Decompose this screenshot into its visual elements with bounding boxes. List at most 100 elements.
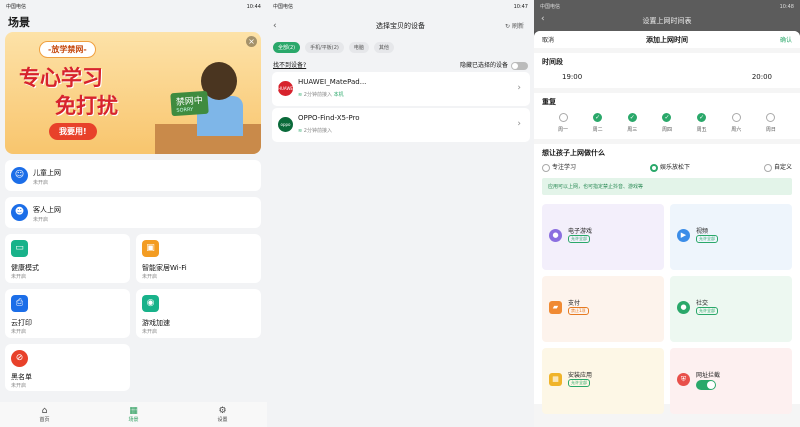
app-name: 网址拦截 — [696, 372, 721, 379]
card-game-boost[interactable]: ◉ 游戏加速 未开启 — [136, 289, 261, 338]
end-time[interactable]: 20:00 — [752, 73, 772, 81]
day-thu[interactable]: ✓ 周四 — [650, 113, 684, 133]
time: 10:47 — [513, 3, 528, 10]
app-badge: 禁止1项 — [568, 307, 589, 315]
url-block-toggle[interactable] — [696, 380, 716, 390]
app-name: 社交 — [696, 300, 709, 307]
chip-computer[interactable]: 电脑 — [348, 42, 369, 53]
page-title: 设置上网时间表 — [642, 17, 692, 25]
sign-subtext: SORRY — [176, 106, 194, 114]
carrier: 中国电信 — [273, 4, 294, 10]
video-icon: ▶ — [677, 229, 690, 242]
chip-all[interactable]: 全部(2) — [273, 42, 301, 53]
app-install[interactable]: ▦ 安装应用 允许全部 — [542, 348, 664, 414]
radio-icon — [763, 163, 772, 172]
dimmed-header: 中国电信 10:48 ‹ 设置上网时间表 — [534, 0, 800, 31]
card-smart-home-wifi[interactable]: ▣ 智能家居Wi-Fi 未开启 — [136, 234, 261, 283]
device-meta: ≋ 2分钟前接入 本机 — [298, 91, 344, 98]
day-wed[interactable]: ✓ 周三 — [615, 113, 649, 133]
monitor-icon: ▭ — [11, 240, 28, 257]
day-mon[interactable]: 周一 — [546, 113, 580, 133]
hide-selected-label: 隐藏已选择的设备 — [459, 62, 508, 69]
period-section: 时间段 19:00 20:00 — [534, 53, 800, 88]
card-title: 健康模式 — [11, 264, 39, 272]
carrier: 中国电信 — [540, 4, 561, 10]
hint-note: 应用可以上网，也可指定禁止抖音、游戏等 — [542, 177, 792, 195]
nav-settings[interactable]: ⚙ 设置 — [217, 406, 227, 423]
home-icon: ⌂ — [41, 406, 48, 416]
app-payment[interactable]: ▰ 支付 禁止1项 — [542, 276, 664, 342]
radio-icon — [542, 163, 550, 172]
oppo-logo-icon: oppo — [278, 117, 293, 132]
nav-home[interactable]: ⌂ 首页 — [39, 406, 49, 423]
add-time-sheet: 取消 添加上网时间 确认 时间段 19:00 20:00 重复 周一 ✓ 周二 ✓… — [534, 31, 800, 427]
radio-label: 自定义 — [773, 164, 792, 171]
radio-relax[interactable]: 娱乐放松下 — [649, 162, 690, 172]
wifi-icon: ≋ — [298, 92, 303, 98]
child-internet-icon: ☺ — [11, 167, 28, 184]
huawei-logo-icon: HUAWEI — [278, 81, 294, 96]
hide-selected-toggle[interactable] — [511, 61, 528, 70]
card-status: 未开启 — [11, 329, 27, 335]
time-range: 19:00 20:00 — [542, 67, 792, 84]
refresh-button[interactable]: ↻ 刷新 — [505, 21, 524, 30]
back-arrow-icon[interactable]: ‹ — [273, 21, 277, 31]
day-tue[interactable]: ✓ 周二 — [581, 113, 615, 133]
device-item[interactable]: oppo OPPO-Find-X5-Pro ≋ 2分钟前接入 › — [272, 108, 530, 142]
app-url-block[interactable]: ⛨ 网址拦截 — [670, 348, 792, 414]
nav-label: 设置 — [217, 417, 228, 423]
app-badge: 允许全部 — [696, 307, 718, 315]
card-blacklist[interactable]: ⊘ 黑名单 未开启 — [5, 344, 130, 391]
nav-scene[interactable]: ▦ 场景 — [128, 406, 138, 423]
refresh-label: 刷新 — [511, 23, 524, 30]
header: ‹ 选择宝贝的设备 ↻ 刷新 — [267, 13, 534, 38]
day-label: 周四 — [661, 127, 672, 133]
apps-icon: ▦ — [549, 373, 562, 386]
close-icon[interactable]: × — [246, 36, 257, 47]
chevron-right-icon: › — [517, 83, 521, 93]
promo-banner[interactable]: -放学禁网- 专心学习 免打扰 禁网中 SORRY 我要用! × — [5, 32, 261, 154]
banner-use-button[interactable]: 我要用! — [49, 123, 97, 140]
card-status: 未开启 — [11, 274, 27, 280]
refresh-icon: ↻ — [505, 23, 511, 30]
day-fri[interactable]: ✓ 周五 — [685, 113, 719, 133]
day-sun[interactable]: 周日 — [754, 113, 788, 133]
day-sat[interactable]: 周六 — [719, 113, 753, 133]
repeat-label: 重复 — [542, 98, 556, 106]
day-label: 周五 — [696, 127, 707, 133]
gear-icon: ⚙ — [218, 406, 227, 416]
wallet-icon: ▰ — [549, 301, 562, 314]
nav-label: 首页 — [39, 417, 50, 423]
chip-other[interactable]: 其他 — [373, 42, 394, 53]
not-found-link[interactable]: 找不到设备? — [273, 60, 306, 70]
start-time[interactable]: 19:00 — [562, 73, 582, 81]
smart-home-icon: ▣ — [142, 240, 159, 257]
app-name: 安装应用 — [568, 372, 593, 379]
chip-phone-tablet[interactable]: 手机/平板(2) — [305, 42, 344, 53]
cancel-button[interactable]: 取消 — [542, 35, 554, 44]
card-guest-internet[interactable]: ☻ 客人上网 未开启 — [5, 197, 261, 228]
app-video[interactable]: ▶ 视频 允许全部 — [670, 204, 792, 270]
device-item[interactable]: HUAWEI HUAWEI_MatePad... ≋ 2分钟前接入 本机 › — [272, 72, 530, 106]
radio-study[interactable]: 专注学习 — [542, 162, 576, 172]
card-health-mode[interactable]: ▭ 健康模式 未开启 — [5, 234, 130, 283]
purpose-label: 想让孩子上网做什么 — [542, 149, 605, 157]
device-name: HUAWEI_MatePad... — [298, 78, 367, 86]
confirm-button[interactable]: 确认 — [780, 35, 792, 44]
radio-custom[interactable]: 自定义 — [763, 162, 792, 172]
status-bar: 中国电信 10:48 — [534, 0, 800, 13]
day-label: 周一 — [557, 127, 568, 133]
check-icon: ✓ — [593, 113, 603, 122]
card-child-internet[interactable]: ☺ 儿童上网 未开启 — [5, 160, 261, 191]
app-games[interactable]: ● 电子游戏 允许全部 — [542, 204, 664, 270]
filter-row: 找不到设备? 隐藏已选择的设备 — [267, 57, 534, 73]
nav-label: 场景 — [128, 417, 139, 423]
carrier: 中国电信 — [6, 4, 27, 10]
printer-icon: ⎙ — [11, 295, 28, 312]
day-label: 周日 — [765, 127, 776, 133]
card-cloud-print[interactable]: ⎙ 云打印 未开启 — [5, 289, 130, 338]
purpose-radios: 专注学习 娱乐放松下 自定义 — [542, 158, 792, 176]
app-social[interactable]: ● 社交 允许全部 — [670, 276, 792, 342]
guest-icon: ☻ — [11, 204, 28, 221]
time: 10:44 — [246, 3, 261, 10]
